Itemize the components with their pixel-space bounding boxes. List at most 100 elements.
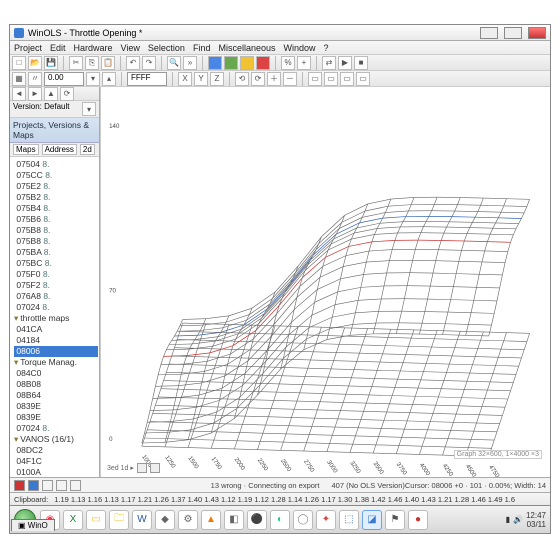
record-icon[interactable] — [14, 480, 25, 491]
menu-window[interactable]: Window — [283, 43, 315, 53]
a3-icon[interactable]: ▭ — [340, 72, 354, 86]
task-winols[interactable]: ◪ — [362, 510, 382, 530]
sidebar-tab-2d[interactable]: 2d — [80, 144, 95, 155]
a4-icon[interactable]: ▭ — [356, 72, 370, 86]
tree-node[interactable]: 08B64 — [14, 390, 98, 401]
tree-node[interactable]: 075B8 8. — [14, 236, 98, 247]
axis-x-icon[interactable]: X — [178, 72, 192, 86]
surface-canvas[interactable]: 1000125015001750200022502500275030003250… — [100, 87, 550, 477]
tree-node[interactable]: 075CC 8. — [14, 170, 98, 181]
zoom-in-icon[interactable]: ＋ — [267, 72, 281, 86]
axis-z-icon[interactable]: Z — [210, 72, 224, 86]
task-tool4[interactable]: ⚫ — [247, 510, 267, 530]
redo-icon[interactable]: ↷ — [142, 56, 156, 70]
task-tool6[interactable]: ◯ — [293, 510, 313, 530]
menu-selection[interactable]: Selection — [148, 43, 185, 53]
axis-y-icon[interactable]: Y — [194, 72, 208, 86]
task-excel[interactable]: X — [63, 510, 83, 530]
tray-clock[interactable]: 12:47 03/11 — [526, 511, 546, 529]
tree-node[interactable]: 08B08 — [14, 379, 98, 390]
close-button[interactable] — [528, 27, 546, 39]
sb-back-icon[interactable]: ◄ — [12, 87, 26, 101]
tree-node[interactable]: 075BA 8. — [14, 247, 98, 258]
sb-up-icon[interactable]: ▲ — [44, 87, 58, 101]
view-hex-icon[interactable] — [256, 56, 270, 70]
task-vlc[interactable]: ▲ — [201, 510, 221, 530]
view-3d-icon[interactable] — [224, 56, 238, 70]
step-up-icon[interactable]: ▴ — [102, 72, 116, 86]
paste-icon[interactable]: 📋 — [101, 56, 115, 70]
tree-node[interactable]: 075B6 8. — [14, 214, 98, 225]
tree-node[interactable]: Torque Manag. — [14, 357, 98, 368]
strip-a-icon[interactable] — [42, 480, 53, 491]
tray-net-icon[interactable]: ▮ — [506, 515, 510, 524]
tree-node[interactable]: 075F2 8. — [14, 280, 98, 291]
step-down-icon[interactable]: ▾ — [86, 72, 100, 86]
save-icon[interactable]: 💾 — [44, 56, 58, 70]
tree-node[interactable]: 08006 — [14, 346, 98, 357]
find-next-icon[interactable]: » — [183, 56, 197, 70]
copy-icon[interactable]: ⎘ — [85, 56, 99, 70]
menu-project[interactable]: Project — [14, 43, 42, 53]
percent-icon[interactable]: % — [281, 56, 295, 70]
task-tool1[interactable]: ◆ — [155, 510, 175, 530]
system-tray[interactable]: ▮ 🔊 12:47 03/11 — [506, 511, 546, 529]
version-dropdown-icon[interactable]: ▾ — [82, 102, 96, 116]
menu-miscellaneous[interactable]: Miscellaneous — [218, 43, 275, 53]
menu-edit[interactable]: Edit — [50, 43, 66, 53]
maximize-button[interactable] — [504, 27, 522, 39]
task-tool10[interactable]: ● — [408, 510, 428, 530]
zoom-in-button[interactable] — [150, 463, 160, 473]
task-tool2[interactable]: ⚙ — [178, 510, 198, 530]
tree-node[interactable]: 07024 8. — [14, 423, 98, 434]
a1-icon[interactable]: ▭ — [308, 72, 322, 86]
sb-fwd-icon[interactable]: ► — [28, 87, 42, 101]
titlebar[interactable]: WinOLS - Throttle Opening * — [10, 25, 550, 41]
tree-node[interactable]: 075F0 8. — [14, 269, 98, 280]
tree-node[interactable]: 075B8 8. — [14, 225, 98, 236]
task-word[interactable]: W — [132, 510, 152, 530]
value-field-2[interactable]: FFFF — [127, 72, 167, 86]
menu-find[interactable]: Find — [193, 43, 211, 53]
a2-icon[interactable]: ▭ — [324, 72, 338, 86]
search-icon[interactable]: 🔍 — [167, 56, 181, 70]
sidebar-tab-maps[interactable]: Maps — [13, 144, 39, 155]
tree-node[interactable]: 0839E — [14, 401, 98, 412]
sb-refresh-icon[interactable]: ⟳ — [60, 87, 74, 101]
zoom-out-button[interactable] — [137, 463, 147, 473]
chart-icon[interactable]: 〃 — [28, 72, 42, 86]
cfg-icon[interactable] — [28, 480, 39, 491]
tree-node[interactable]: 08DC2 — [14, 445, 98, 456]
cut-icon[interactable]: ✂ — [69, 56, 83, 70]
value-field-1[interactable]: 0.00 — [44, 72, 84, 86]
task-tool5[interactable]: ◐ — [270, 510, 290, 530]
rotate-right-icon[interactable]: ⟳ — [251, 72, 265, 86]
strip-b-icon[interactable] — [56, 480, 67, 491]
task-explorer[interactable]: 🗀 — [109, 510, 129, 530]
minimize-button[interactable] — [480, 27, 498, 39]
zoom-out-icon[interactable]: － — [283, 72, 297, 86]
menu-view[interactable]: View — [121, 43, 140, 53]
sidebar-tab-address[interactable]: Address — [42, 144, 77, 155]
tree-node[interactable]: 076A8 8. — [14, 291, 98, 302]
undo-icon[interactable]: ↶ — [126, 56, 140, 70]
open-icon[interactable]: 📂 — [28, 56, 42, 70]
tree-node[interactable]: 04F1C — [14, 456, 98, 467]
task-tool3[interactable]: ◧ — [224, 510, 244, 530]
menu-?[interactable]: ? — [324, 43, 329, 53]
tree-node[interactable]: 07024 8. — [14, 302, 98, 313]
tree-node[interactable]: 0100A — [14, 467, 98, 477]
grid-icon[interactable]: ▦ — [12, 72, 26, 86]
tree-node[interactable]: 0839E — [14, 412, 98, 423]
rotate-left-icon[interactable]: ⟲ — [235, 72, 249, 86]
task-tool9[interactable]: ⚑ — [385, 510, 405, 530]
taskbar-app-tab[interactable]: ▣ WinO — [11, 519, 55, 531]
tray-sound-icon[interactable]: 🔊 — [513, 515, 523, 524]
tree-node[interactable]: 075B2 8. — [14, 192, 98, 203]
task-tool7[interactable]: ✦ — [316, 510, 336, 530]
project-tree[interactable]: 07504 8. 075CC 8. 075E2 8. 075B2 8. 075B… — [10, 157, 99, 477]
plus-icon[interactable]: + — [297, 56, 311, 70]
tree-node[interactable]: 07504 8. — [14, 159, 98, 170]
connect-icon[interactable]: ⇄ — [322, 56, 336, 70]
tree-node[interactable]: 075BC 8. — [14, 258, 98, 269]
